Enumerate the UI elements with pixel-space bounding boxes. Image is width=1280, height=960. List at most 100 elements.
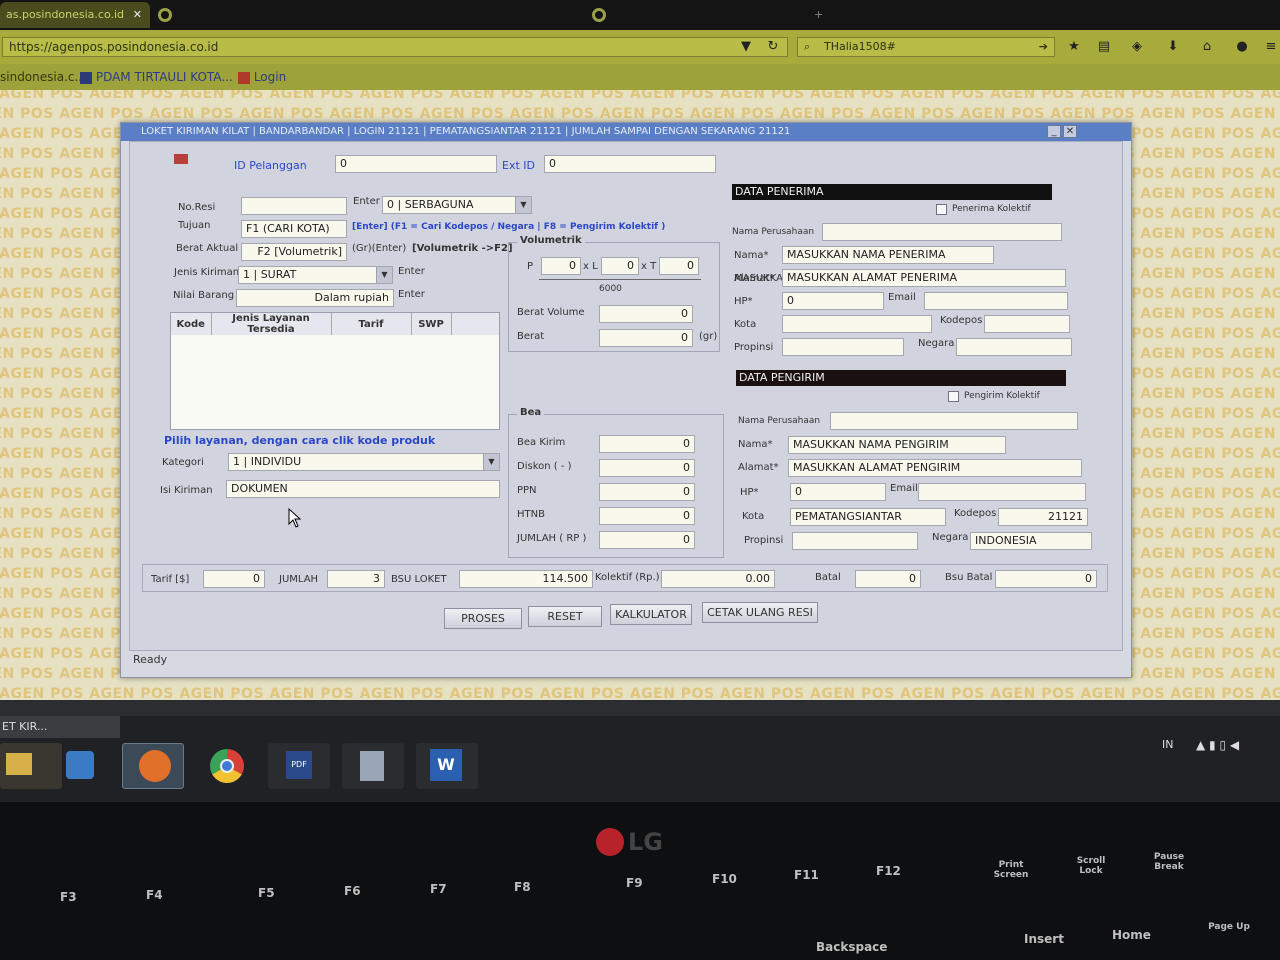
bookmark-item[interactable]: Login (238, 64, 286, 90)
bea-row-value[interactable]: 0 (599, 483, 695, 501)
taskbar-preview[interactable]: ET KIR... (0, 716, 120, 738)
media-player-icon[interactable] (56, 743, 118, 789)
reset-button[interactable]: RESET (528, 606, 602, 627)
table-header[interactable]: SWP (411, 313, 452, 335)
penerima-kodepos-input[interactable] (984, 315, 1070, 333)
kalkulator-button[interactable]: KALKULATOR (610, 604, 692, 625)
browser-tab-active[interactable]: as.posindonesia.co.id ✕ (0, 2, 150, 28)
pengirim-nama-input[interactable]: MASUKKAN NAMA PENGIRIM (788, 436, 1006, 454)
firefox-icon[interactable] (122, 743, 184, 789)
bea-row-value[interactable]: 0 (599, 507, 695, 525)
tray-icons[interactable]: ▲ ▮ ▯ ◀ (1196, 738, 1239, 752)
bea-row-value[interactable]: 0 (599, 435, 695, 453)
nilai-barang-input[interactable]: Dalam rupiah (236, 289, 394, 307)
panjang-input[interactable]: 0 (541, 257, 581, 275)
pengirim-hp-input[interactable]: 0 (790, 483, 886, 501)
berat-input[interactable]: 0 (599, 329, 693, 347)
home-icon[interactable]: ⌂ (1198, 38, 1216, 56)
penerima-alamat-input[interactable]: MASUKKAN ALAMAT PENERIMA (782, 269, 1066, 287)
menu-icon[interactable]: ≡ (1262, 38, 1280, 56)
xl-label: x L (583, 261, 598, 272)
proses-button[interactable]: PROSES (444, 608, 522, 629)
tinggi-input[interactable]: 0 (659, 257, 699, 275)
kategori-select[interactable]: 1 | INDIVIDU ▼ (228, 453, 500, 471)
services-table[interactable]: Kode Jenis Layanan Tersedia Tarif SWP (170, 312, 500, 430)
file-explorer-icon[interactable] (0, 743, 62, 789)
language-indicator[interactable]: IN (1162, 738, 1173, 751)
bea-row-value[interactable]: 0 (599, 531, 695, 549)
pdf-app-icon[interactable]: PDF (268, 743, 330, 789)
cetak-ulang-resi-button[interactable]: CETAK ULANG RESI (702, 602, 818, 623)
bookmark-star-icon[interactable]: ★ (1065, 38, 1083, 56)
chrome-icon[interactable] (196, 743, 258, 789)
penerima-nama-input[interactable]: MASUKKAN NAMA PENERIMA (782, 246, 994, 264)
penerima-negara-input[interactable] (956, 338, 1072, 356)
chat-icon[interactable]: ● (1233, 38, 1251, 56)
ext-id-input[interactable]: 0 (544, 155, 716, 173)
table-header[interactable]: Kode (171, 313, 212, 335)
address-bar[interactable]: https://agenpos.posindonesia.co.id (2, 37, 788, 57)
taskbar: ET KIR... PDF W IN ▲ ▮ ▯ ◀ (0, 716, 1280, 802)
penerima-perusahaan-input[interactable] (822, 223, 1062, 241)
bea-row-value[interactable]: 0 (599, 459, 695, 477)
penerima-hp-input[interactable]: 0 (782, 292, 884, 310)
bsu-loket-input[interactable]: 114.500 (459, 570, 593, 588)
pengirim-kodepos-input[interactable]: 21121 (998, 508, 1088, 526)
bookmarks-list-icon[interactable]: ▤ (1095, 38, 1113, 56)
jenis-kiriman-select[interactable]: 1 | SURAT ▼ (238, 266, 393, 284)
pengirim-perusahaan-input[interactable] (830, 412, 1078, 430)
browser-tab[interactable] (586, 2, 806, 28)
word-icon[interactable]: W (416, 743, 478, 789)
bookmark-item[interactable]: sindonesia.c... (0, 64, 86, 90)
pengirim-alamat-input[interactable]: MASUKKAN ALAMAT PENGIRIM (788, 459, 1082, 477)
penerima-alamat-label-text: Alamat* (734, 273, 775, 284)
keyboard-key: Print Screen (993, 860, 1029, 880)
serbaguna-select[interactable]: 0 | SERBAGUNA ▼ (382, 196, 532, 214)
kolektif-input[interactable]: 0.00 (661, 570, 775, 588)
tarif-label: Tarif [$] (151, 574, 190, 585)
penerima-propinsi-input[interactable] (782, 338, 904, 356)
reload-icon[interactable]: ↻ (764, 38, 782, 56)
keyboard-key: F11 (794, 868, 819, 882)
penerima-nama-label: Nama* (734, 250, 769, 261)
penerima-kolektif-checkbox[interactable] (936, 204, 947, 215)
batal-input[interactable]: 0 (855, 570, 921, 588)
berat-aktual-input[interactable]: F2 [Volumetrik] (241, 243, 347, 261)
minimize-button[interactable]: _ (1047, 125, 1061, 138)
dropdown-icon[interactable]: ▼ (737, 38, 755, 56)
pengirim-propinsi-input[interactable] (792, 532, 918, 550)
keyboard-key: Scroll Lock (1076, 856, 1106, 876)
pengirim-perusahaan-label: Nama Perusahaan (738, 416, 821, 426)
bookmark-item[interactable]: PDAM TIRTAULI KOTA... (80, 64, 233, 90)
pengirim-kolektif-checkbox[interactable] (948, 391, 959, 402)
close-tab-icon[interactable]: ✕ (133, 2, 142, 28)
no-resi-input[interactable] (241, 197, 347, 215)
penerima-kota-input[interactable] (782, 315, 932, 333)
id-pelanggan-input[interactable]: 0 (335, 155, 497, 173)
table-header[interactable]: Tarif (331, 313, 412, 335)
pengirim-kota-input[interactable]: PEMATANGSIANTAR (790, 508, 946, 526)
calculator-icon[interactable] (342, 743, 404, 789)
new-tab-button[interactable]: + (808, 2, 832, 28)
download-icon[interactable]: ⬇ (1164, 38, 1182, 56)
tab-title: as.posindonesia.co.id (6, 8, 125, 21)
pocket-icon[interactable]: ◈ (1128, 38, 1146, 56)
isi-kiriman-input[interactable]: DOKUMEN (226, 480, 500, 498)
tarif-input[interactable]: 0 (203, 570, 265, 588)
pengirim-email-input[interactable] (918, 483, 1086, 501)
jumlah-input[interactable]: 3 (327, 570, 385, 588)
bookmark-favicon-icon (238, 71, 250, 84)
keyboard-key: F4 (146, 888, 163, 902)
search-input[interactable]: ⌕ THalia1508# ➔ (797, 37, 1055, 57)
go-arrow-icon[interactable]: ➔ (1039, 38, 1048, 56)
keyboard-key: Home (1112, 928, 1151, 942)
browser-tab[interactable] (152, 2, 582, 28)
lebar-input[interactable]: 0 (601, 257, 639, 275)
berat-volume-input[interactable]: 0 (599, 305, 693, 323)
table-header[interactable]: Jenis Layanan Tersedia (211, 313, 332, 335)
tujuan-input[interactable]: F1 (CARI KOTA) (241, 220, 347, 238)
pengirim-negara-input[interactable]: INDONESIA (970, 532, 1092, 550)
bsu-batal-input[interactable]: 0 (995, 570, 1097, 588)
penerima-email-input[interactable] (924, 292, 1068, 310)
close-window-button[interactable]: ✕ (1063, 125, 1077, 138)
